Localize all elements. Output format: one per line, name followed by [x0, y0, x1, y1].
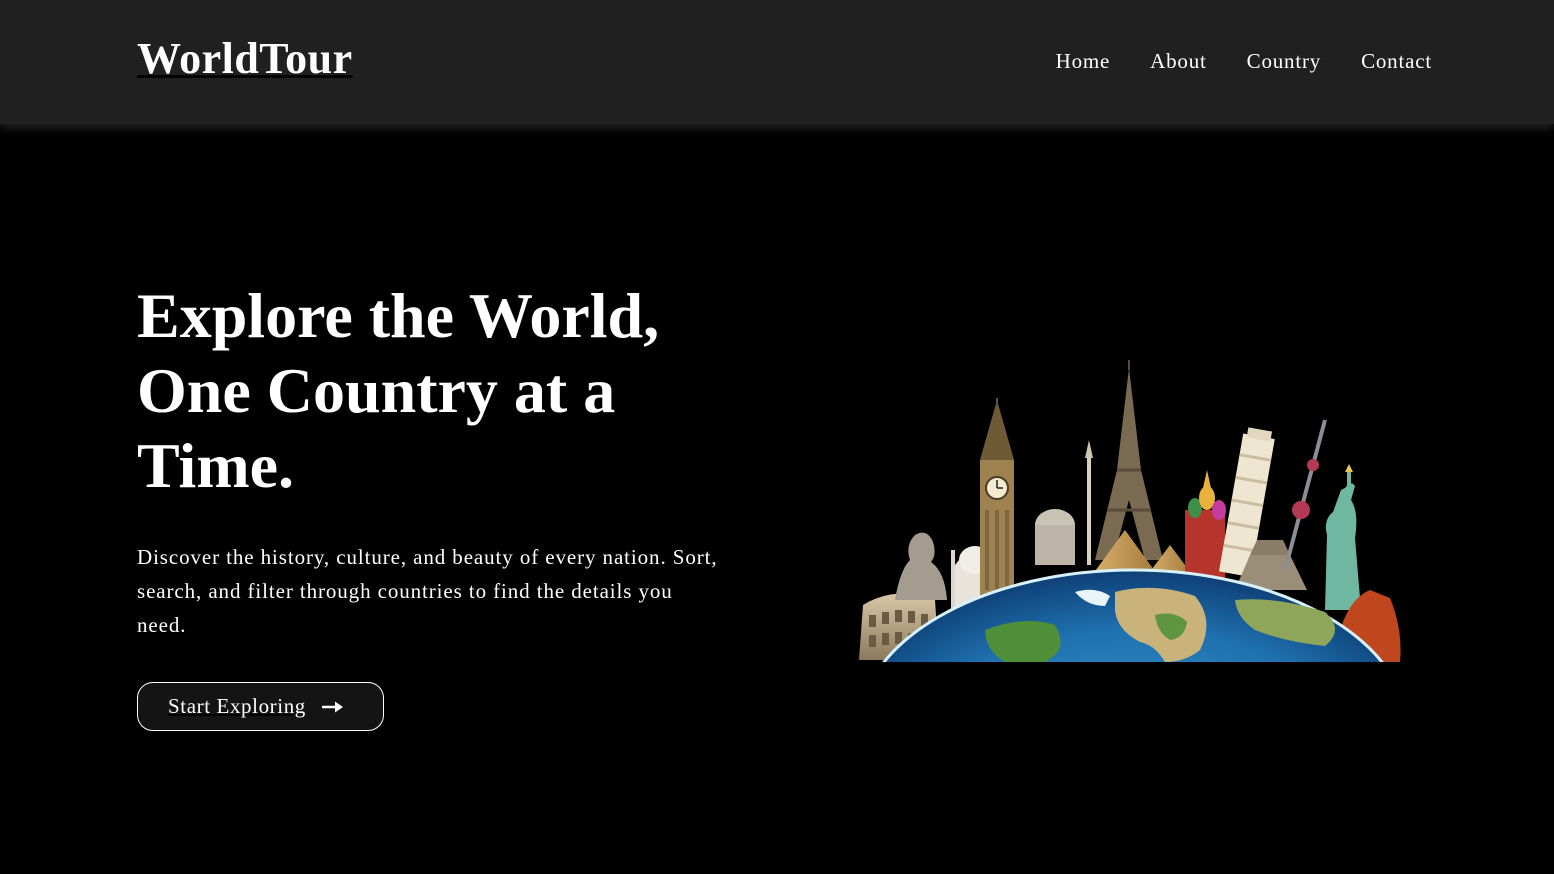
- hero-title-line3: Time.: [137, 430, 295, 501]
- nav-link-home[interactable]: Home: [1056, 46, 1111, 76]
- nav-link-country[interactable]: Country: [1247, 46, 1321, 76]
- start-exploring-label: Start Exploring: [168, 694, 306, 718]
- nav-link-contact[interactable]: Contact: [1361, 46, 1432, 76]
- hero-description: Discover the history, culture, and beaut…: [137, 545, 718, 637]
- nav-link-about[interactable]: About: [1150, 46, 1207, 76]
- arrow-right-icon: [321, 701, 343, 712]
- hero-title-line1: Explore the World,: [137, 280, 660, 351]
- logo[interactable]: WorldTour: [137, 33, 353, 85]
- hero-title: Explore the World, One Country at a Time.: [137, 278, 737, 503]
- nav-links: Home About Country Contact: [1056, 46, 1432, 76]
- start-exploring-button[interactable]: Start Exploring: [137, 682, 384, 731]
- globe-with-landmarks-illustration: [859, 360, 1401, 662]
- hero-title-line2: One Country at a: [137, 355, 616, 426]
- navbar: WorldTour Home About Country Contact: [0, 0, 1554, 124]
